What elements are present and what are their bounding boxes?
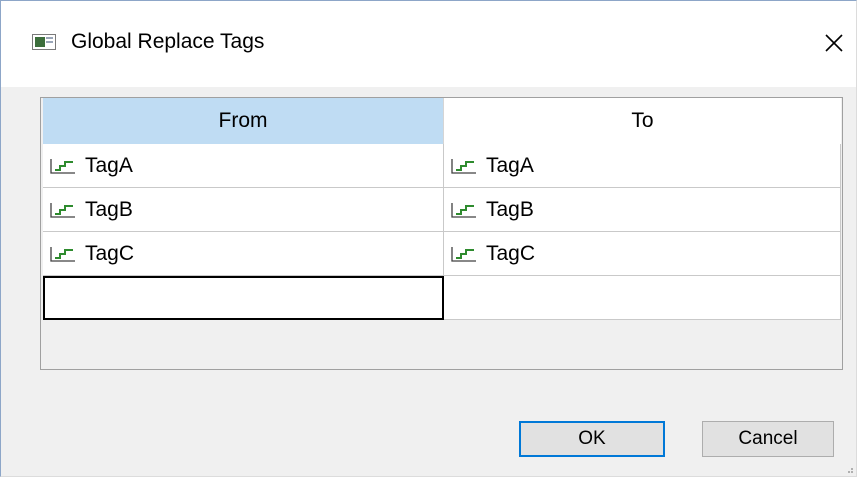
cell-from-label: TagB: [85, 197, 133, 221]
column-header-from[interactable]: From: [43, 98, 444, 144]
cell-to-label: TagC: [486, 241, 536, 265]
tag-step-icon: [451, 246, 476, 262]
cell-from-row-2[interactable]: TagB: [43, 188, 444, 232]
resize-grip-icon[interactable]: [844, 464, 854, 474]
cell-to-label: TagA: [486, 153, 534, 177]
column-header-to[interactable]: To: [444, 98, 841, 144]
column-header-to-label: To: [631, 109, 654, 132]
tag-step-icon: [451, 158, 476, 174]
cell-to-row-1[interactable]: TagA: [444, 144, 841, 188]
tag-replace-grid: From To TagA TagA TagB TagB TagC TagC: [40, 97, 843, 370]
cell-from-row-1[interactable]: TagA: [43, 144, 444, 188]
dialog-window: Global Replace Tags From To TagA TagA Ta…: [0, 0, 857, 477]
cell-from-label: TagA: [85, 153, 133, 177]
tag-step-icon: [50, 158, 75, 174]
title-bar[interactable]: Global Replace Tags: [1, 1, 856, 87]
cell-from-new-row-editor[interactable]: [43, 276, 444, 320]
cell-to-new-row[interactable]: [444, 276, 841, 320]
ok-button-label: OK: [578, 428, 606, 449]
close-button[interactable]: [812, 21, 856, 65]
cell-to-label: TagB: [486, 197, 534, 221]
ok-button[interactable]: OK: [519, 421, 665, 457]
tag-step-icon: [451, 202, 476, 218]
cell-to-row-3[interactable]: TagC: [444, 232, 841, 276]
close-icon: [825, 34, 843, 52]
tag-step-icon: [50, 246, 75, 262]
tag-step-icon: [50, 202, 75, 218]
dialog-title: Global Replace Tags: [71, 30, 265, 53]
cancel-button-label: Cancel: [738, 428, 798, 449]
cell-to-row-2[interactable]: TagB: [444, 188, 841, 232]
column-header-from-label: From: [218, 109, 268, 132]
cell-from-label: TagC: [85, 241, 135, 265]
cell-from-row-3[interactable]: TagC: [43, 232, 444, 276]
cancel-button[interactable]: Cancel: [702, 421, 834, 457]
app-window-icon: [32, 34, 56, 50]
